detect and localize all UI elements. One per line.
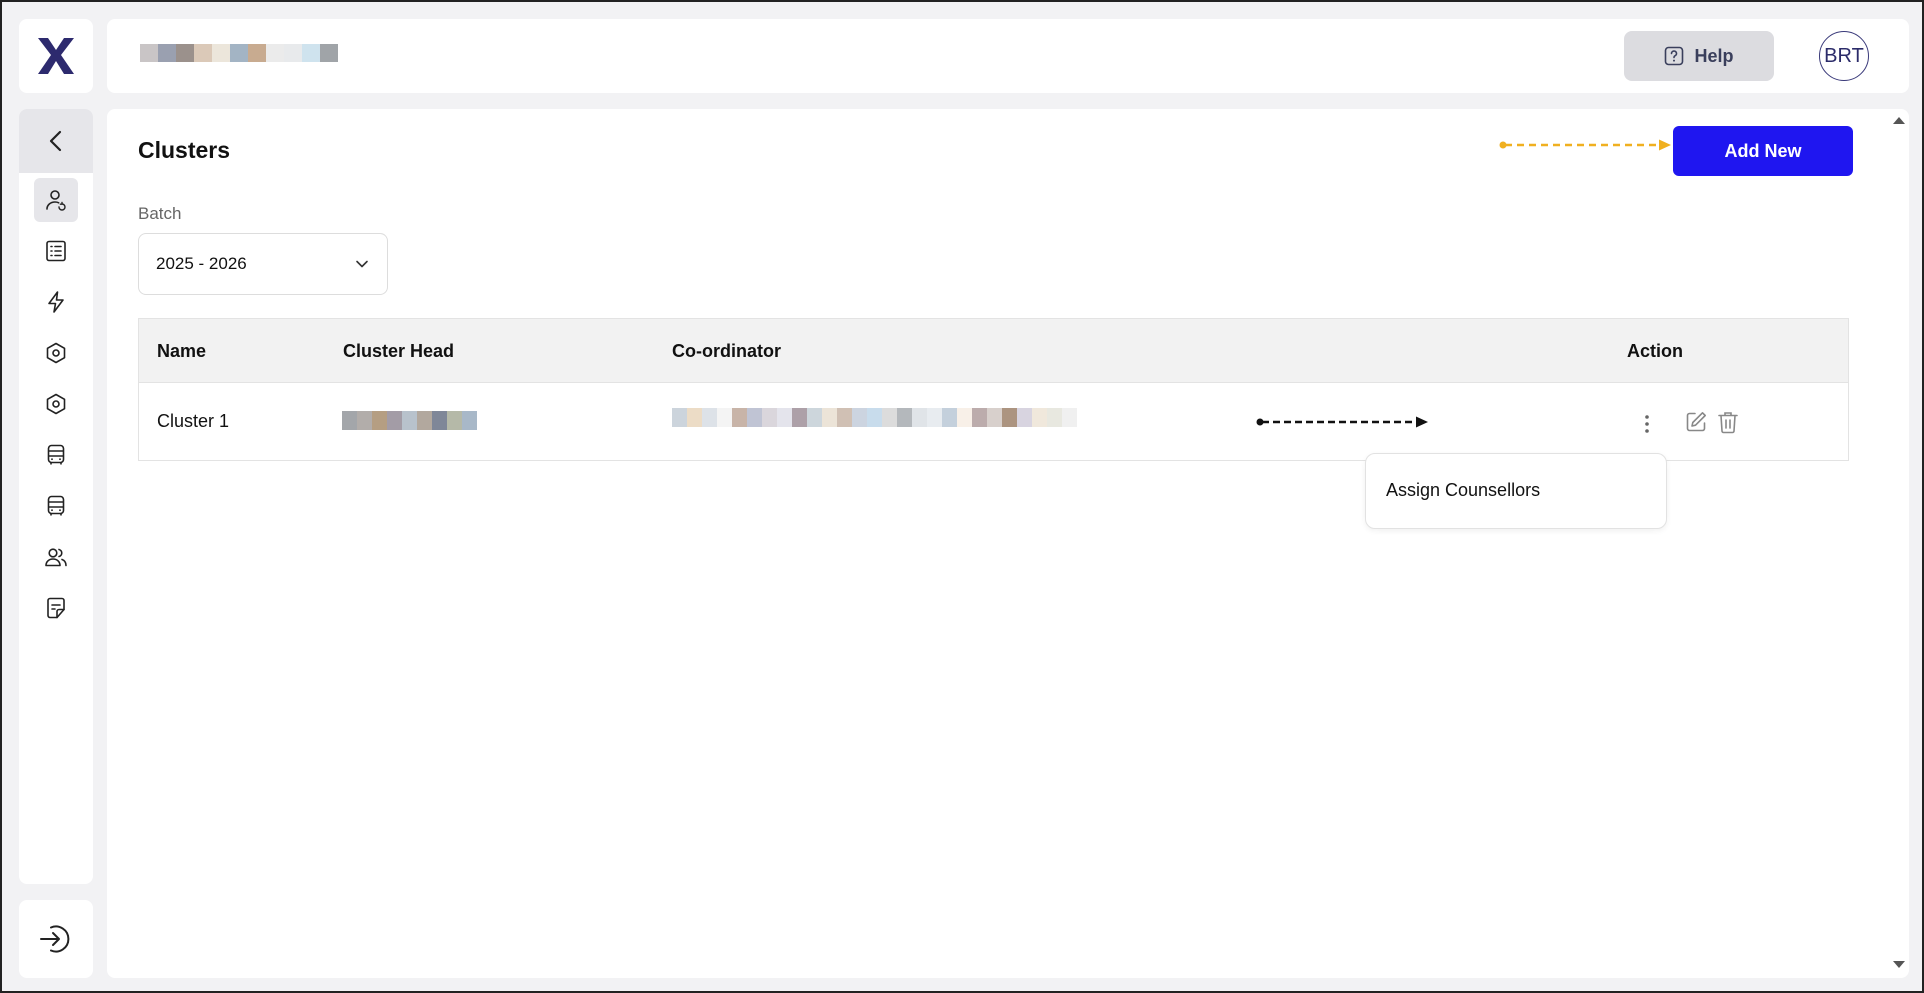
edit-icon[interactable] bbox=[1684, 410, 1708, 434]
bus-icon bbox=[47, 444, 65, 465]
trash-icon[interactable] bbox=[1717, 410, 1739, 434]
list-doc-icon bbox=[46, 240, 66, 262]
main-panel: Clusters Add New Batch 2025 - 2026 Name … bbox=[107, 109, 1909, 978]
menu-item-assign-counsellors[interactable]: Assign Counsellors bbox=[1386, 480, 1540, 501]
row-actions-menu: Assign Counsellors bbox=[1365, 453, 1667, 529]
organization-name-redacted bbox=[140, 44, 338, 62]
sidebar-item-users[interactable] bbox=[34, 535, 78, 579]
sidebar-item-configuration[interactable] bbox=[34, 382, 78, 426]
sidebar-item-notes[interactable] bbox=[34, 586, 78, 630]
clusters-table: Name Cluster Head Co-ordinator Action Cl… bbox=[138, 318, 1849, 461]
column-header-action: Action bbox=[1627, 341, 1683, 361]
batch-label: Batch bbox=[138, 204, 182, 223]
users-icon bbox=[45, 548, 67, 567]
settings-hex-icon bbox=[46, 393, 66, 415]
scroll-up-arrow[interactable] bbox=[1889, 113, 1909, 127]
sidebar-item-routes[interactable] bbox=[34, 484, 78, 528]
user-refresh-icon bbox=[46, 190, 66, 211]
table-header-row: Name Cluster Head Co-ordinator Action bbox=[139, 319, 1848, 383]
cluster-head-redacted bbox=[342, 411, 477, 430]
top-bar: Help BRT bbox=[107, 19, 1909, 93]
question-icon bbox=[1665, 46, 1684, 66]
hint-arrow-yellow bbox=[1499, 139, 1671, 151]
app-logo[interactable] bbox=[19, 19, 93, 93]
user-avatar[interactable]: BRT bbox=[1819, 31, 1869, 81]
column-header-coordinator: Co-ordinator bbox=[672, 341, 781, 361]
page-title: Clusters bbox=[138, 137, 231, 163]
sidebar bbox=[19, 109, 93, 884]
logo-x-icon bbox=[38, 38, 74, 74]
sidebar-item-activity[interactable] bbox=[34, 280, 78, 324]
logout-button[interactable] bbox=[19, 900, 93, 978]
settings-hex-icon bbox=[46, 342, 66, 364]
help-label: Help bbox=[1694, 45, 1734, 66]
coordinator-redacted bbox=[672, 408, 1077, 427]
help-button[interactable]: Help bbox=[1624, 31, 1774, 81]
sidebar-item-reports[interactable] bbox=[34, 229, 78, 273]
add-new-button[interactable]: Add New bbox=[1673, 126, 1853, 176]
lightning-icon bbox=[48, 291, 64, 313]
sidebar-item-clusters[interactable] bbox=[34, 178, 78, 222]
sidebar-item-settings[interactable] bbox=[34, 331, 78, 375]
bus-icon bbox=[47, 495, 65, 516]
notes-icon bbox=[47, 597, 65, 619]
batch-select-value: 2025 - 2026 bbox=[156, 254, 247, 273]
collapse-sidebar-button[interactable] bbox=[19, 109, 93, 173]
batch-select[interactable]: 2025 - 2026 bbox=[138, 233, 388, 295]
hint-arrow-black bbox=[1256, 416, 1428, 428]
table-row: Cluster 1 bbox=[139, 383, 1848, 461]
logout-icon bbox=[40, 925, 70, 953]
scroll-down-arrow[interactable] bbox=[1889, 958, 1909, 972]
column-header-name: Name bbox=[157, 341, 207, 361]
cell-name: Cluster 1 bbox=[157, 411, 230, 431]
chevron-left-icon bbox=[49, 130, 62, 152]
column-header-cluster-head: Cluster Head bbox=[343, 341, 455, 361]
chevron-down-icon bbox=[356, 260, 368, 268]
more-options-icon[interactable] bbox=[1643, 413, 1651, 435]
sidebar-item-transport[interactable] bbox=[34, 433, 78, 477]
